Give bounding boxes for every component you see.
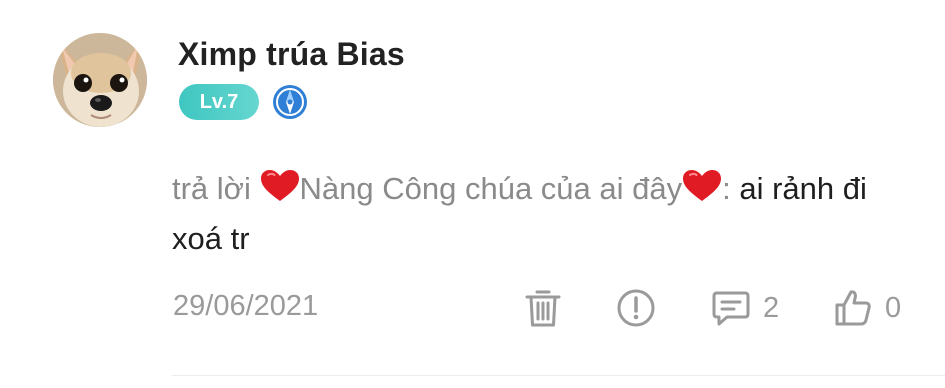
comment-item: Ximp trúa Bias Lv.7 trả lời Nàng Công ch… (0, 0, 945, 388)
delete-button[interactable] (523, 287, 563, 329)
like-count: 0 (885, 291, 902, 324)
reply-colon: : (722, 171, 740, 206)
thumbs-up-icon (835, 290, 871, 326)
red-heart-emoji-icon (683, 170, 722, 201)
reply-count: 2 (763, 291, 780, 324)
compass-rank-icon (272, 84, 308, 120)
chihuahua-avatar-icon (53, 33, 147, 127)
level-badge: Lv.7 (179, 84, 259, 120)
report-button[interactable] (615, 287, 657, 329)
reply-prefix: trả lời (172, 171, 260, 206)
exclamation-icon (617, 289, 655, 327)
divider (172, 375, 945, 376)
comment-date: 29/06/2021 (173, 290, 319, 322)
trash-icon (525, 290, 561, 327)
comment-icon (712, 291, 750, 326)
avatar[interactable] (53, 33, 147, 127)
reply-target-name[interactable]: Nàng Công chúa của ai đây (300, 171, 683, 206)
author-name[interactable]: Ximp trúa Bias (178, 36, 405, 73)
comment-content: trả lời Nàng Công chúa của ai đây: ai rả… (172, 164, 892, 264)
red-heart-emoji-icon (260, 170, 299, 201)
like-button[interactable]: 0 (833, 287, 901, 329)
reply-button[interactable]: 2 (711, 287, 779, 329)
